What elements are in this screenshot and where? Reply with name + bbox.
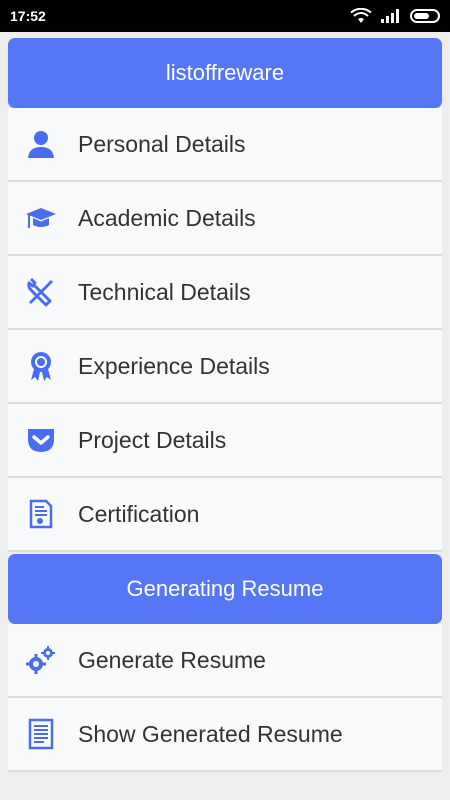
status-time: 17:52 — [10, 8, 46, 24]
app-title-banner: listoffreware — [8, 38, 442, 108]
menu-item-label: Project Details — [78, 426, 227, 453]
gears-icon — [24, 643, 58, 677]
app-title: listoffreware — [165, 60, 285, 85]
certificate-icon — [24, 497, 58, 531]
menu-item-project-details[interactable]: Project Details — [8, 404, 442, 478]
menu-item-label: Certification — [78, 500, 200, 527]
menu-item-technical-details[interactable]: Technical Details — [8, 256, 442, 330]
pocket-chevron-icon — [24, 423, 58, 457]
menu-item-label: Technical Details — [78, 278, 251, 305]
tools-icon — [24, 275, 58, 309]
menu-item-personal-details[interactable]: Personal Details — [8, 108, 442, 182]
wifi-icon — [350, 8, 372, 23]
menu-item-certification[interactable]: Certification — [8, 478, 442, 552]
menu-item-label: Generate Resume — [78, 646, 266, 673]
menu-item-label: Experience Details — [78, 352, 270, 379]
menu-item-experience-details[interactable]: Experience Details — [8, 330, 442, 404]
main-content: listoffreware Personal Details Academic … — [0, 32, 450, 772]
menu-item-label: Personal Details — [78, 130, 246, 157]
menu-item-generate-resume[interactable]: Generate Resume — [8, 624, 442, 698]
generating-resume-banner: Generating Resume — [8, 554, 442, 624]
ribbon-award-icon — [24, 349, 58, 383]
section-title: Generating Resume — [126, 576, 324, 601]
menu-item-show-generated-resume[interactable]: Show Generated Resume — [8, 698, 442, 772]
menu-item-label: Academic Details — [78, 204, 256, 231]
status-bar: 17:52 — [0, 0, 450, 32]
graduation-cap-icon — [24, 201, 58, 235]
battery-icon — [410, 9, 440, 23]
document-icon — [24, 717, 58, 751]
signal-icon — [381, 9, 399, 23]
status-icons — [350, 8, 440, 24]
user-icon — [24, 127, 58, 161]
menu-item-label: Show Generated Resume — [78, 720, 343, 747]
menu-item-academic-details[interactable]: Academic Details — [8, 182, 442, 256]
